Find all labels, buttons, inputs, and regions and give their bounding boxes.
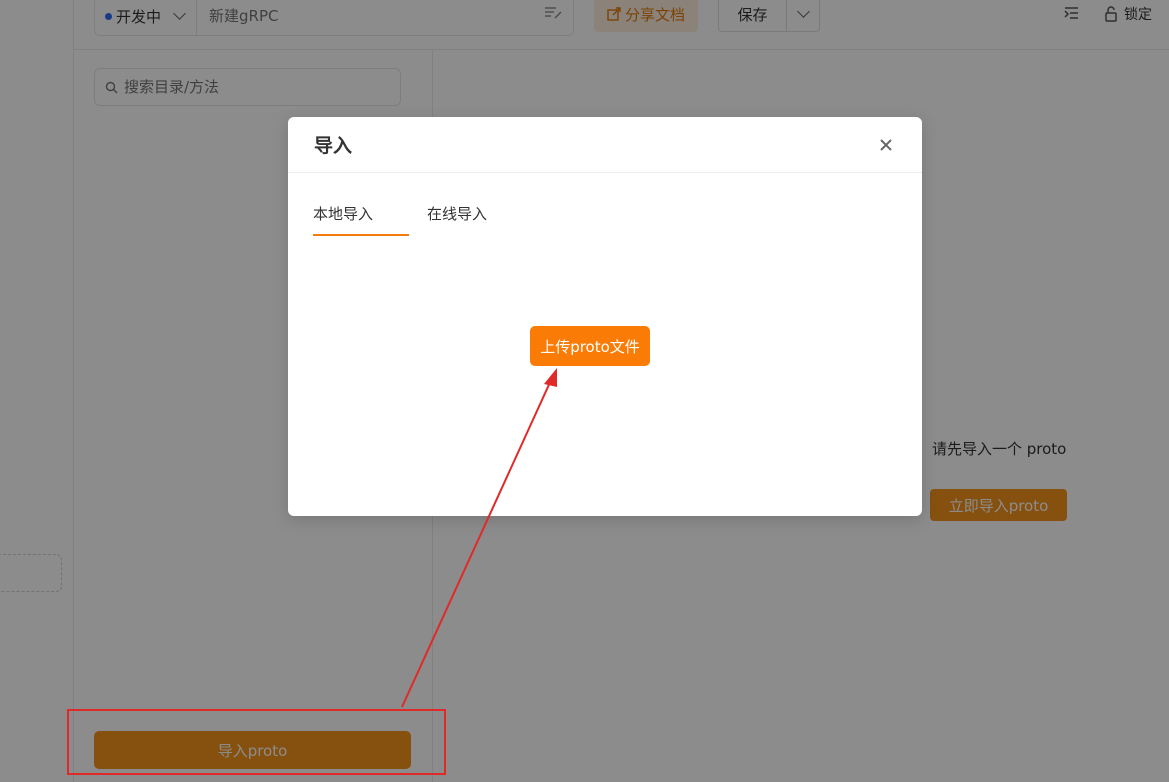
import-tabs: 本地导入 在线导入 — [313, 203, 487, 236]
tab-local-import[interactable]: 本地导入 — [313, 203, 409, 236]
modal-title: 导入 — [314, 135, 353, 157]
tab-online-import[interactable]: 在线导入 — [427, 203, 487, 236]
highlight-box — [67, 709, 446, 775]
close-icon[interactable] — [878, 137, 894, 153]
import-modal: 导入 本地导入 在线导入 上传proto文件 — [288, 117, 922, 516]
modal-header: 导入 — [288, 117, 922, 173]
upload-proto-button[interactable]: 上传proto文件 — [530, 326, 650, 366]
